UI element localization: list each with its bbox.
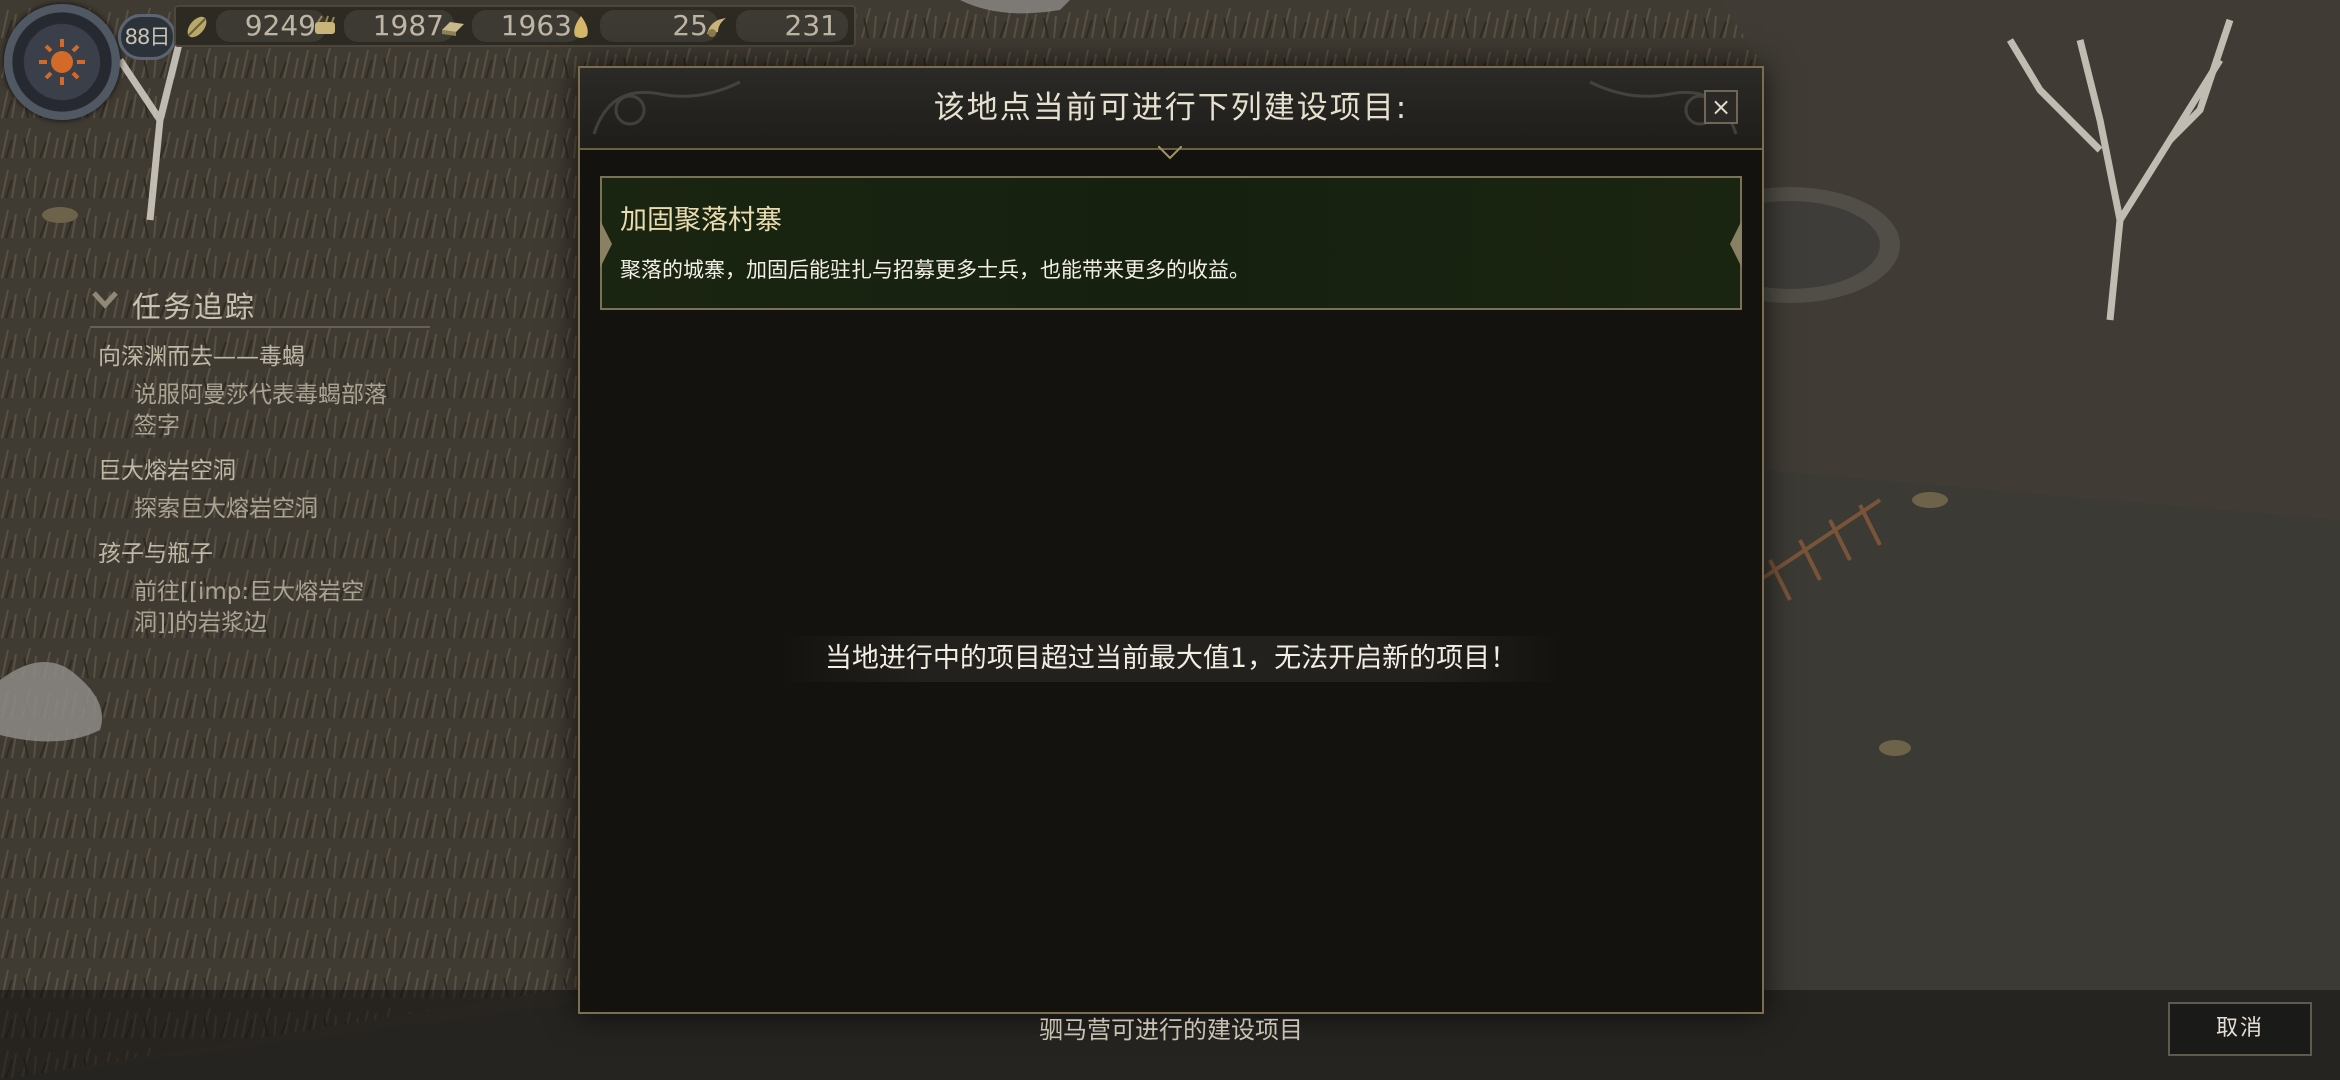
close-button[interactable]: × [1704, 90, 1738, 124]
quest-objective[interactable]: 探索巨大熔岩空洞 [134, 494, 404, 525]
resource-iron-value: 1963 [472, 10, 582, 42]
cancel-button[interactable]: 取消 [2168, 1002, 2312, 1056]
horn-icon [707, 18, 726, 37]
project-limit-message: 当地进行中的项目超过当前最大值1，无法开启新的项目！ [780, 636, 1562, 682]
chevron-down-icon[interactable] [90, 284, 120, 314]
quest-title[interactable]: 向深渊而去——毒蝎 [98, 342, 430, 372]
resource-grain-value: 1987 [344, 10, 454, 42]
quest-tracker-title: 任务追踪 [132, 290, 257, 324]
project-description: 聚落的城寨，加固后能驻扎与招募更多士兵，也能带来更多的收益。 [620, 258, 1250, 282]
resource-leaf-value: 9249 [216, 10, 326, 42]
project-name: 加固聚落村寨 [620, 205, 782, 236]
dialog-header: 该地点当前可进行下列建设项目: × [580, 68, 1762, 150]
quest-title[interactable]: 巨大熔岩空洞 [98, 456, 430, 486]
leaf-icon [187, 16, 207, 38]
construction-projects-dialog: 该地点当前可进行下列建设项目: × 加固聚落村寨 聚落的城寨，加固后能驻扎与招募… [578, 66, 1764, 1014]
dialog-title: 该地点当前可进行下列建设项目: [933, 90, 1409, 126]
grain-icon [315, 15, 335, 34]
resource-gold-value: 25 [600, 10, 718, 42]
quest-tracker: 任务追踪 向深渊而去——毒蝎 说服阿曼莎代表毒蝎部落签字 巨大熔岩空洞 探索巨大… [90, 280, 430, 639]
sun-icon [39, 39, 85, 85]
project-option-card[interactable]: 加固聚落村寨 聚落的城寨，加固后能驻扎与招募更多士兵，也能带来更多的收益。 [600, 176, 1742, 310]
iron-icon [442, 22, 464, 36]
resource-horn-value: 231 [736, 10, 848, 42]
day-counter: 88日 [118, 14, 176, 60]
quest-tracker-header[interactable]: 任务追踪 [90, 280, 430, 328]
header-notch-ornament [1158, 146, 1182, 160]
card-right-arrow-ornament [1730, 220, 1742, 268]
day-cycle-emblem[interactable] [4, 4, 120, 120]
resource-bar: 9249 1987 1963 25 231 [174, 5, 856, 47]
footer-location-label: 驷马营可进行的建设项目 [1039, 1016, 1303, 1044]
quest-title[interactable]: 孩子与瓶子 [98, 539, 430, 569]
gold-icon [574, 16, 588, 38]
card-left-arrow-ornament [600, 220, 612, 268]
quest-objective[interactable]: 说服阿曼莎代表毒蝎部落签字 [134, 380, 404, 442]
quest-objective[interactable]: 前往[[imp:巨大熔岩空洞]]的岩浆边 [134, 577, 404, 639]
